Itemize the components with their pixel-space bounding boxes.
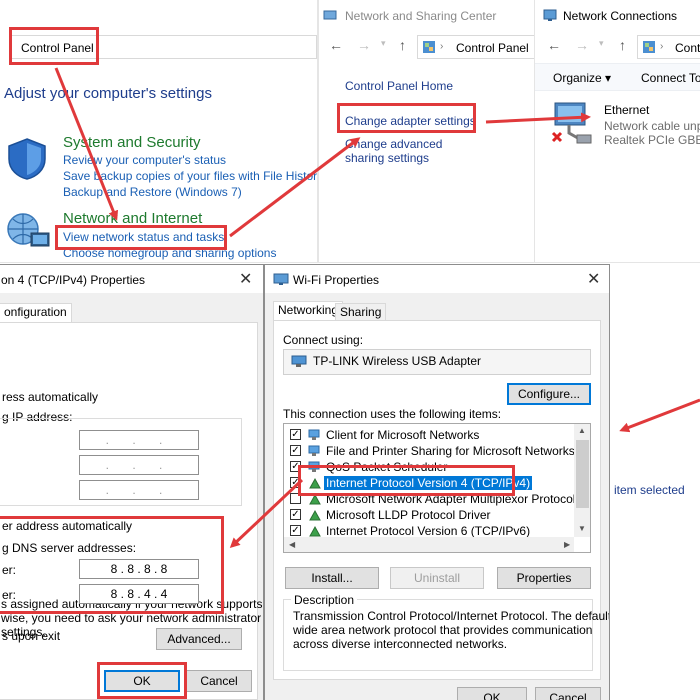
- status-bar-text: item selected: [614, 483, 685, 497]
- configure-button[interactable]: Configure...: [507, 383, 591, 405]
- protocol-icon: [308, 525, 322, 537]
- adapter-name: TP-LINK Wireless USB Adapter: [313, 354, 482, 368]
- ethernet-adapter-icon: [549, 101, 595, 147]
- arrow-to-ipv4-item: [619, 398, 700, 433]
- checkbox-icon[interactable]: ✓: [290, 445, 301, 456]
- item-label: Client for Microsoft Networks: [326, 428, 480, 442]
- checkbox-icon[interactable]: ✓: [290, 525, 301, 536]
- protocol-icon: [308, 509, 322, 521]
- highlight-ok-button: [97, 662, 187, 699]
- dropdown-arrow-icon[interactable]: ▾: [599, 38, 604, 49]
- highlight-control-panel: [9, 27, 99, 65]
- default-gateway-field[interactable]: . . .: [79, 480, 199, 500]
- address-text: Control Panel: [456, 41, 529, 55]
- properties-button[interactable]: Properties: [497, 567, 591, 589]
- close-icon[interactable]: ✕: [587, 269, 600, 289]
- system-security-title[interactable]: System and Security: [63, 134, 201, 151]
- address-text: Cont: [675, 41, 700, 55]
- network-connections-icon: [543, 8, 557, 22]
- checkbox-icon[interactable]: ✓: [290, 429, 301, 440]
- highlight-ipv4-item: [298, 465, 515, 496]
- address-separator: ›: [660, 41, 664, 52]
- printer-sharing-icon: [308, 445, 322, 457]
- description-line-2: wide area network protocol that provides…: [293, 623, 593, 637]
- scroll-down-icon[interactable]: ▼: [578, 524, 586, 533]
- network-card-icon: [291, 353, 309, 369]
- adapter-device: Realtek PCIe GBE Fa: [604, 133, 700, 147]
- subnet-mask-field[interactable]: . . .: [79, 455, 199, 475]
- network-client-icon: [308, 429, 322, 441]
- item-label: File and Printer Sharing for Microsoft N…: [326, 444, 575, 458]
- connect-to-button[interactable]: Connect To: [641, 71, 700, 85]
- tab-sharing[interactable]: Sharing: [335, 303, 387, 321]
- description-title: Description: [291, 593, 358, 607]
- up-arrow-icon[interactable]: ↑: [399, 37, 406, 53]
- shield-icon: [5, 137, 49, 181]
- window-title: Network Connections: [563, 9, 678, 23]
- ip-address-field[interactable]: . . .: [79, 430, 199, 450]
- up-arrow-icon[interactable]: ↑: [619, 37, 626, 53]
- link-change-advanced-sharing[interactable]: Change advanced sharing settings: [345, 137, 485, 165]
- network-connections-window: Network Connections ← → ▾ ↑ › Cont Organ…: [534, 0, 700, 263]
- tab-networking[interactable]: Networking: [273, 301, 344, 321]
- scroll-up-icon[interactable]: ▲: [578, 426, 586, 435]
- dropdown-arrow-icon[interactable]: ▾: [381, 38, 386, 49]
- dialog-title: on 4 (TCP/IPv4) Properties: [1, 273, 146, 287]
- close-icon[interactable]: ✕: [239, 269, 252, 289]
- organize-menu[interactable]: Organize ▾: [553, 71, 611, 85]
- ipv4-cancel-button[interactable]: Cancel: [186, 670, 252, 692]
- control-panel-small-icon: [642, 40, 656, 54]
- dialog-title: Wi-Fi Properties: [293, 273, 380, 287]
- forward-arrow-icon[interactable]: →: [357, 37, 371, 53]
- tab-configuration[interactable]: onfiguration: [0, 303, 72, 323]
- page-title: Adjust your computer's settings: [4, 85, 212, 102]
- link-review-status[interactable]: Review your computer's status: [63, 153, 226, 167]
- checkbox-icon[interactable]: ✓: [290, 509, 301, 520]
- advanced-button[interactable]: Advanced...: [156, 628, 242, 650]
- wifi-adapter-icon: [273, 272, 289, 286]
- link-backup-restore[interactable]: Backup and Restore (Windows 7): [63, 185, 242, 199]
- item-label: Microsoft LLDP Protocol Driver: [326, 508, 491, 522]
- obtain-ip-radio-label[interactable]: ress automatically: [2, 390, 98, 404]
- scroll-left-icon[interactable]: ◀: [289, 540, 295, 549]
- network-small-icon: [323, 8, 337, 22]
- validate-checkbox-label[interactable]: s upon exit: [2, 629, 60, 643]
- connect-using-label: Connect using:: [283, 333, 364, 347]
- horizontal-scrollbar[interactable]: [284, 537, 574, 552]
- link-file-history[interactable]: Save backup copies of your files with Fi…: [63, 169, 317, 183]
- description-line-3: across diverse interconnected networks.: [293, 637, 508, 651]
- install-button[interactable]: Install...: [285, 567, 379, 589]
- adapter-status: Network cable unp: [604, 119, 700, 133]
- back-arrow-icon[interactable]: ←: [329, 37, 343, 53]
- wifi-ok-button[interactable]: OK: [457, 687, 527, 700]
- description-line-1: Transmission Control Protocol/Internet P…: [293, 609, 610, 623]
- highlight-view-network-status: [55, 225, 227, 250]
- uninstall-button[interactable]: Uninstall: [390, 567, 484, 589]
- link-control-panel-home[interactable]: Control Panel Home: [345, 79, 453, 93]
- control-panel-small-icon: [422, 40, 436, 54]
- highlight-change-adapter: [337, 103, 476, 133]
- network-globe-icon: [5, 209, 51, 253]
- back-arrow-icon[interactable]: ←: [547, 37, 561, 53]
- forward-arrow-icon[interactable]: →: [575, 37, 589, 53]
- scroll-right-icon[interactable]: ▶: [564, 540, 570, 549]
- wifi-cancel-button[interactable]: Cancel: [535, 687, 601, 700]
- window-title: Network and Sharing Center: [345, 9, 497, 23]
- scrollbar-thumb[interactable]: [576, 440, 589, 508]
- address-separator: ›: [440, 41, 444, 52]
- highlight-dns-settings: [0, 516, 224, 614]
- items-label: This connection uses the following items…: [283, 407, 502, 421]
- adapter-name[interactable]: Ethernet: [604, 103, 649, 117]
